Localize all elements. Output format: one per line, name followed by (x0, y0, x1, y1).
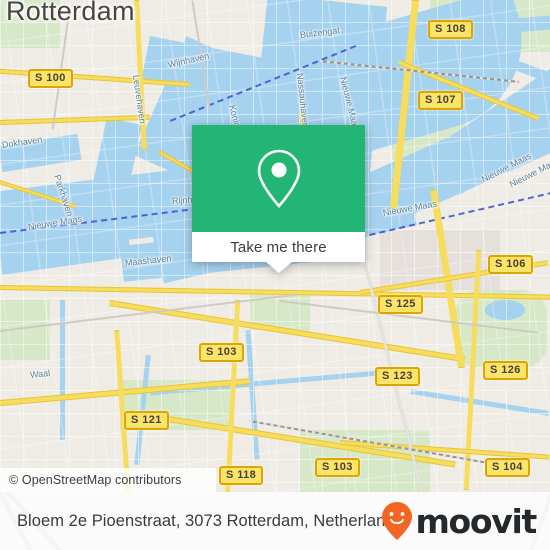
take-me-there-button[interactable]: Take me there (192, 232, 365, 262)
map-city-label: Rotterdam (6, 0, 135, 26)
road-shield: S 103 (315, 458, 360, 477)
road-shield: S 125 (378, 295, 423, 314)
moovit-wordmark: moovit (415, 501, 537, 541)
road-shield: S 121 (124, 411, 169, 430)
footer-bar: Bloem 2e Pioenstraat, 3073 Rotterdam, Ne… (0, 492, 550, 550)
map-water-label: Waal (29, 367, 51, 380)
popup-icon-area (192, 125, 365, 232)
road-shield: S 103 (199, 343, 244, 362)
road-shield: S 106 (488, 255, 533, 274)
road-shield: S 108 (428, 20, 473, 39)
road-shield: S 123 (375, 367, 420, 386)
road-shield: S 100 (28, 69, 73, 88)
map-screenshot: Rotterdam Buizengat Wijnhaven Nassauhaven N… (0, 0, 550, 550)
road-shield: S 107 (418, 91, 463, 110)
osm-attribution-text: © OpenStreetMap contributors (9, 473, 182, 487)
map-pin-icon (257, 149, 300, 208)
road-shield: S 104 (485, 458, 530, 477)
location-popup-card[interactable]: Take me there (192, 125, 365, 273)
road-shield: S 118 (219, 466, 264, 485)
popup-pointer-tail (265, 262, 292, 273)
take-me-there-label: Take me there (230, 238, 327, 256)
road-shield: S 126 (483, 361, 528, 380)
moovit-smiley-pin-icon (382, 502, 413, 540)
moovit-logo[interactable]: moovit (381, 501, 537, 541)
osm-attribution[interactable]: © OpenStreetMap contributors (0, 468, 216, 492)
address-label: Bloem 2e Pioenstraat, 3073 Rotterdam, Ne… (17, 511, 403, 530)
